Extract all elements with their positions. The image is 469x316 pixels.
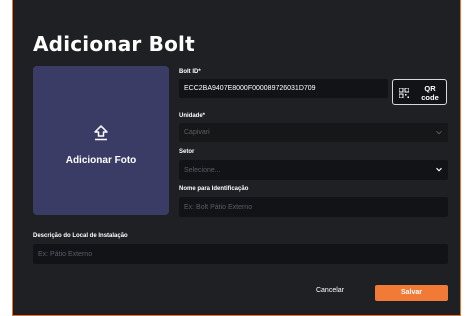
qr-label-line2: code — [421, 93, 439, 102]
background-edge-right — [461, 0, 469, 316]
dialog-title: Adicionar Bolt — [33, 32, 195, 56]
unidade-select[interactable]: Capivari — [179, 123, 448, 142]
qr-label-line1: QR — [424, 84, 436, 93]
upload-icon — [94, 125, 108, 141]
setor-placeholder: Selecione... — [184, 166, 221, 174]
descricao-placeholder: Ex: Pátio Externo — [38, 250, 93, 258]
add-photo-label: Adicionar Foto — [65, 155, 137, 166]
nome-placeholder: Ex: Bolt Pátio Externo — [184, 203, 253, 211]
nome-label: Nome para Identificação — [179, 186, 249, 192]
chevron-down-icon — [436, 130, 442, 134]
add-photo-button[interactable]: Adicionar Foto — [33, 66, 169, 215]
qr-code-label: QR code — [417, 84, 443, 102]
nome-input[interactable]: Ex: Bolt Pátio Externo — [179, 197, 448, 217]
cancel-button[interactable]: Cancelar — [305, 287, 355, 294]
qr-code-icon — [399, 88, 409, 98]
bolt-id-value: ECC2BA9407E8000F000089726031D709 — [184, 85, 316, 92]
chevron-down-icon — [436, 167, 442, 172]
descricao-label: Descrição do Local de Instalação — [33, 233, 128, 239]
setor-label: Setor — [179, 149, 195, 155]
bolt-id-field[interactable]: ECC2BA9407E8000F000089726031D709 — [179, 79, 388, 98]
background-edge-left — [0, 0, 12, 316]
save-button[interactable]: Salvar — [375, 285, 448, 301]
qr-code-button[interactable]: QR code — [392, 79, 447, 105]
unidade-value: Capivari — [184, 129, 210, 136]
setor-select[interactable]: Selecione... — [179, 160, 448, 180]
descricao-input[interactable]: Ex: Pátio Externo — [33, 244, 448, 264]
unidade-label: Unidade* — [179, 113, 206, 119]
bolt-id-label: Bolt ID* — [179, 69, 201, 75]
